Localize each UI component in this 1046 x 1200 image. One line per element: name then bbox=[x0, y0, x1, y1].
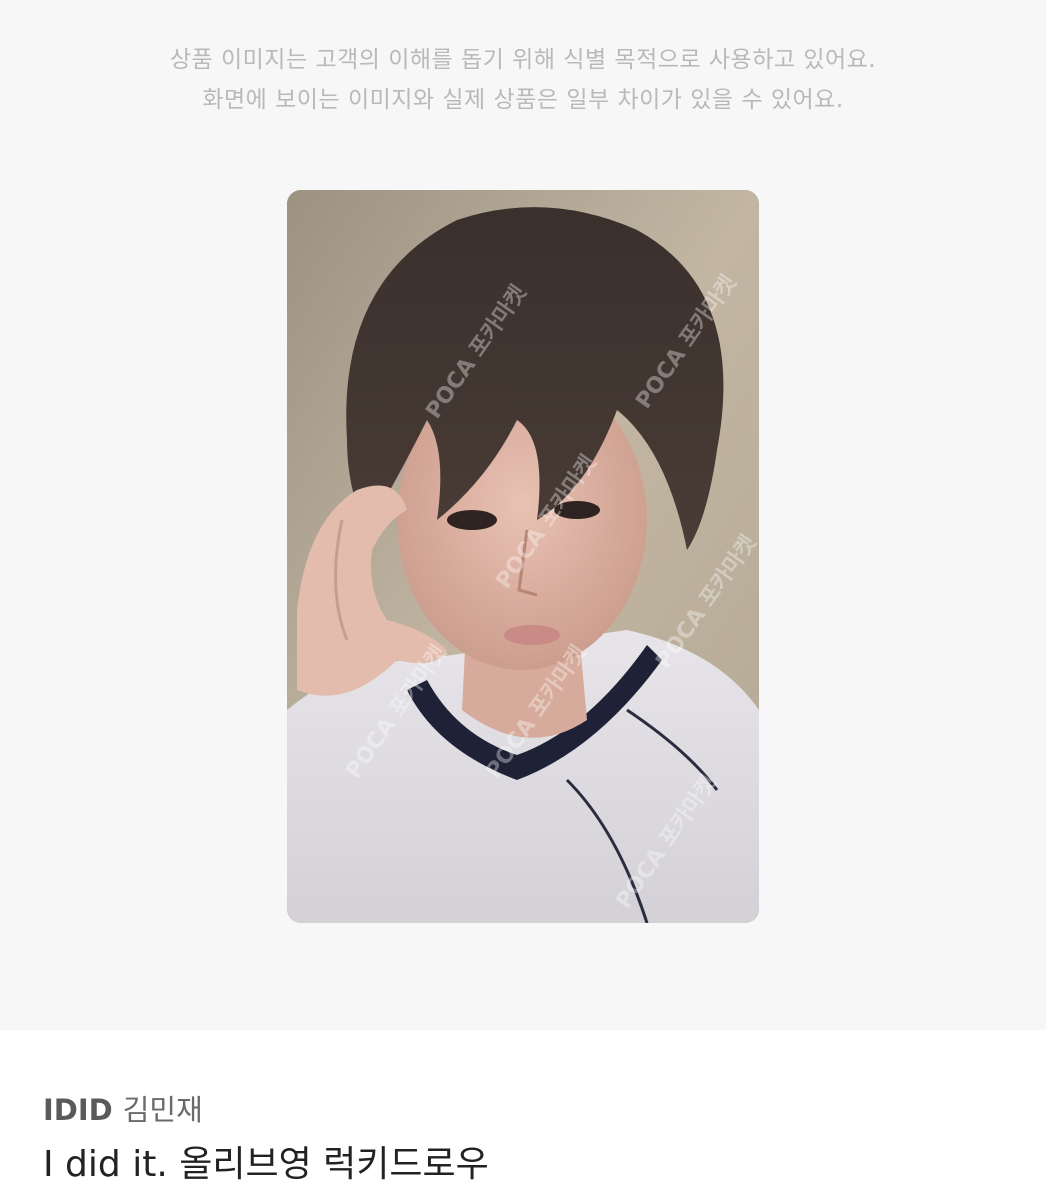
member-name[interactable]: 김민재 bbox=[123, 1093, 203, 1127]
image-notice-line-2: 화면에 보이는 이미지와 실제 상품은 일부 차이가 있을 수 있어요. bbox=[202, 87, 844, 113]
group-name[interactable]: IDID bbox=[43, 1093, 113, 1127]
artist-line: IDID 김민재 bbox=[43, 1088, 1003, 1132]
image-notice-line-1: 상품 이미지는 고객의 이해를 돕기 위해 식별 목적으로 사용하고 있어요. bbox=[169, 47, 877, 73]
product-image-gallery: 상품 이미지는 고객의 이해를 돕기 위해 식별 목적으로 사용하고 있어요. … bbox=[0, 0, 1046, 1030]
photocard-image[interactable]: POCA 포카마켓 POCA 포카마켓 POCA 포카마켓 POCA 포카마켓 … bbox=[287, 190, 759, 923]
product-info: IDID 김민재 I did it. 올리브영 럭키드로우 bbox=[43, 1088, 1003, 1190]
product-title: I did it. 올리브영 럭키드로우 bbox=[43, 1144, 489, 1185]
photocard-illustration: POCA 포카마켓 POCA 포카마켓 POCA 포카마켓 POCA 포카마켓 … bbox=[287, 190, 759, 923]
image-notice: 상품 이미지는 고객의 이해를 돕기 위해 식별 목적으로 사용하고 있어요. … bbox=[0, 40, 1046, 120]
